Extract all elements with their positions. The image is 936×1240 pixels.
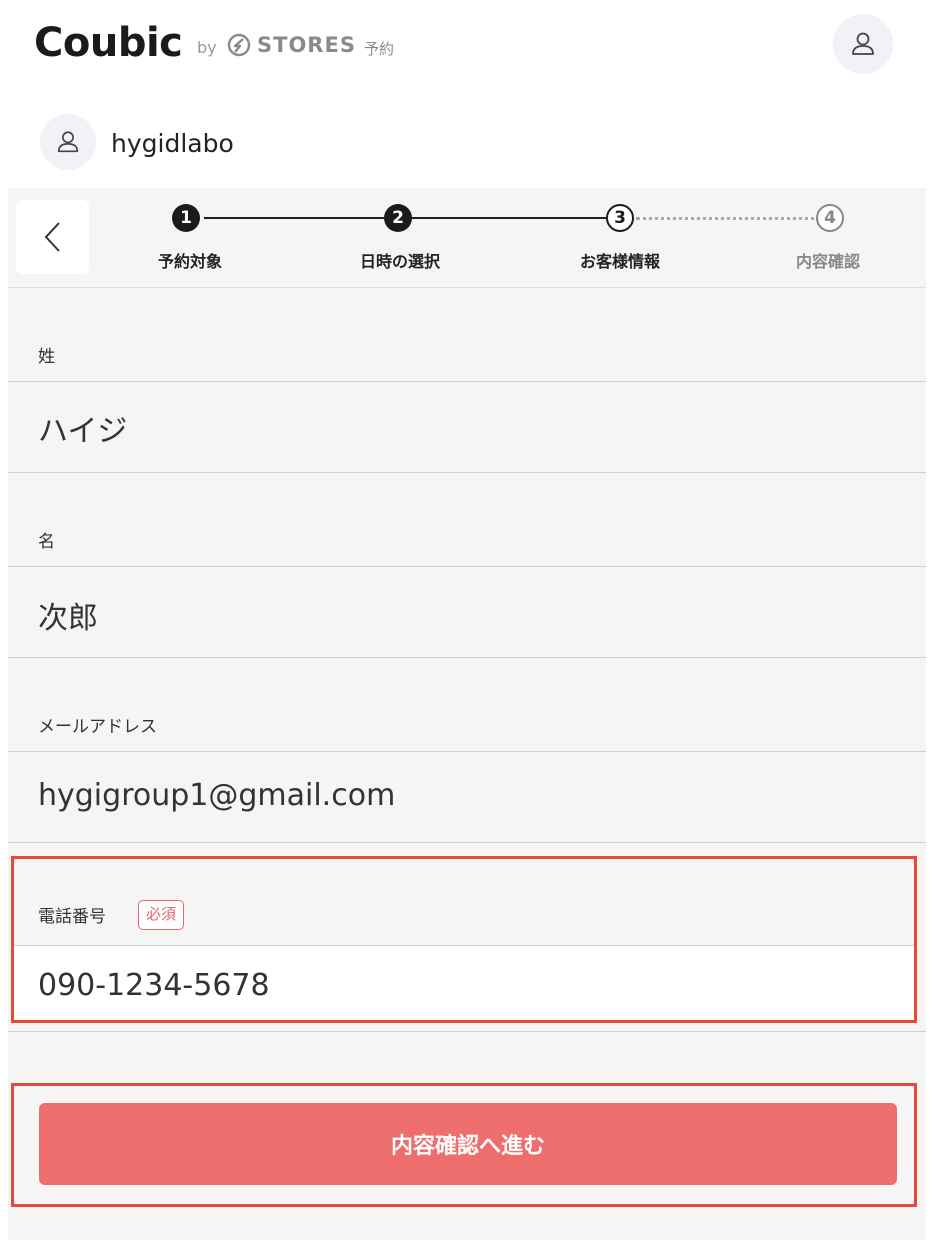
shop-name: hygidlabo: [111, 129, 234, 158]
first-name-label: 名: [38, 532, 55, 552]
stores-suffix-text: 予約: [364, 40, 395, 58]
step-4-number: 4: [816, 204, 844, 232]
divider: [8, 657, 926, 658]
step-1-number: 1: [172, 204, 200, 232]
phone-input-value[interactable]: 090-1234-5678: [38, 968, 270, 1003]
app-header: Coubic by STORES 予約: [0, 0, 936, 95]
submit-highlight-box: 内容確認へ進む: [11, 1083, 917, 1207]
step-connector-2-3: [414, 217, 620, 219]
step-3-label: お客様情報: [579, 252, 660, 271]
divider: [8, 381, 926, 382]
last-name-field[interactable]: ハイジ: [38, 406, 127, 450]
proceed-to-confirm-button[interactable]: 内容確認へ進む: [39, 1103, 897, 1185]
divider: [8, 566, 926, 567]
back-button[interactable]: [16, 200, 89, 274]
shop-row[interactable]: hygidlabo: [0, 100, 936, 188]
step-connector-3-4: [636, 217, 828, 220]
reservation-form-area: 1 2 3 4 予約対象 日時の選択 お客様情報 内容確認 姓 ハイジ 名 次郎…: [8, 188, 926, 1240]
step-4-label: 内容確認: [795, 252, 860, 271]
step-2-label: 日時の選択: [359, 252, 440, 271]
user-icon: [852, 32, 874, 55]
user-icon: [57, 131, 79, 153]
email-label: メールアドレス: [38, 717, 157, 737]
shop-avatar: [40, 114, 96, 170]
step-3-number: 3: [606, 204, 634, 232]
progress-steps: 1 2 3 4 予約対象 日時の選択 お客様情報 内容確認: [8, 188, 926, 288]
stores-brand-text: STORES: [257, 33, 356, 57]
stores-logo-icon: [227, 33, 251, 57]
email-field[interactable]: hygigroup1@gmail.com: [38, 778, 395, 813]
step-1-label: 予約対象: [157, 252, 222, 271]
divider: [8, 842, 926, 843]
step-connector-1-2: [204, 217, 414, 219]
first-name-field[interactable]: 次郎: [38, 593, 98, 637]
account-button[interactable]: [833, 14, 893, 74]
step-2-number: 2: [384, 204, 412, 232]
divider: [8, 751, 926, 752]
divider: [8, 1031, 926, 1032]
chevron-left-icon: [44, 222, 60, 252]
logo-by-text: by: [197, 38, 217, 57]
divider: [8, 472, 926, 473]
last-name-label: 姓: [38, 347, 55, 367]
coubic-logo[interactable]: Coubic: [34, 20, 183, 66]
